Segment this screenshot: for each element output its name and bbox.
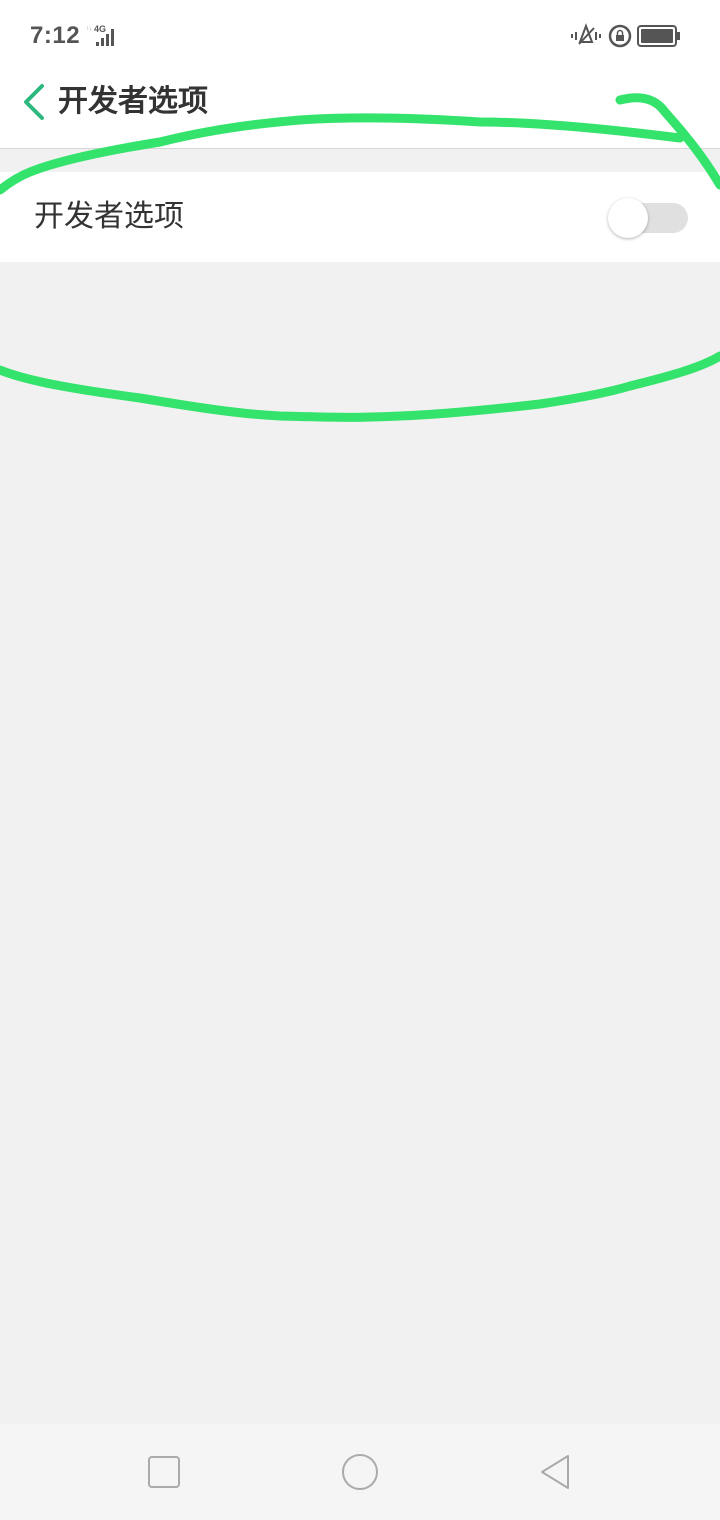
back-button[interactable] bbox=[18, 80, 54, 124]
developer-options-toggle[interactable] bbox=[608, 198, 690, 238]
signal-icon: 4G ↑↓ bbox=[86, 24, 114, 46]
developer-options-row[interactable]: 开发者选项 bbox=[0, 172, 720, 262]
page-title: 开发者选项 bbox=[58, 84, 208, 119]
status-time: 7:12 bbox=[30, 22, 81, 49]
app-header: 开发者选项 bbox=[0, 70, 720, 149]
home-circle-icon[interactable] bbox=[340, 1452, 380, 1492]
battery-icon bbox=[637, 25, 680, 47]
back-triangle-icon[interactable] bbox=[536, 1452, 576, 1492]
recents-square-icon[interactable] bbox=[144, 1452, 184, 1492]
vibrate-icon bbox=[571, 23, 601, 45]
network-type-label: 4G bbox=[94, 24, 106, 34]
status-bar: 7:12 4G ↑↓ bbox=[0, 0, 720, 70]
navigation-bar bbox=[0, 1424, 720, 1520]
toggle-thumb bbox=[608, 198, 648, 238]
rotation-lock-icon bbox=[608, 24, 632, 48]
developer-options-label: 开发者选项 bbox=[34, 199, 184, 234]
svg-text:↑↓: ↑↓ bbox=[86, 26, 92, 32]
chevron-left-icon bbox=[24, 84, 44, 120]
status-icons bbox=[571, 23, 680, 48]
